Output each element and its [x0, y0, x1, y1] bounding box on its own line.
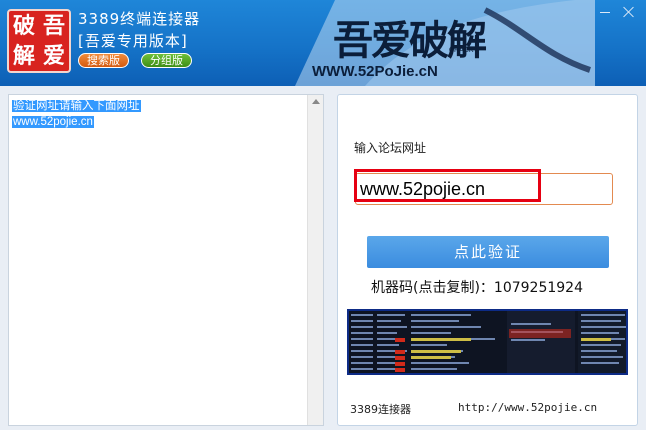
vertical-scrollbar[interactable] [307, 95, 323, 425]
verify-button[interactable]: 点此验证 [367, 236, 609, 268]
info-line: 验证网址请输入下面网址 [12, 100, 141, 112]
debugger-thumbnail [349, 311, 626, 373]
logo-char: 爱 [42, 43, 65, 69]
banner-tag: CRACK [449, 47, 474, 54]
verify-panel: 输入论坛网址 www.52pojie.cn 点此验证 机器码(点击复制)：107… [337, 94, 638, 426]
debugger-screenshot-image [347, 309, 628, 375]
info-text: 验证网址请输入下面网址 www.52pojie.cn [12, 98, 141, 130]
app-logo: 破 吾 解 爱 [7, 9, 71, 73]
app-subtitle: [吾爱专用版本] [78, 32, 188, 50]
footer-url-link[interactable]: http://www.52pojie.cn [458, 401, 597, 414]
banner-url: WWW.52PoJie.cN [312, 63, 438, 80]
info-line: www.52pojie.cn [12, 116, 94, 128]
url-field-label: 输入论坛网址 [354, 141, 427, 155]
url-input-value: www.52pojie.cn [360, 179, 486, 199]
logo-char: 解 [12, 43, 35, 69]
main-area: 验证网址请输入下面网址 www.52pojie.cn 输入论坛网址 www.52… [0, 86, 646, 430]
group-edition-button[interactable]: 分组版 [141, 53, 192, 68]
logo-char: 吾 [42, 13, 65, 39]
close-icon[interactable] [622, 6, 636, 18]
url-input[interactable]: www.52pojie.cn [354, 169, 613, 205]
footer-app-name: 3389连接器 [350, 403, 411, 416]
info-textbox[interactable]: 验证网址请输入下面网址 www.52pojie.cn [8, 94, 324, 426]
machine-code-label[interactable]: 机器码(点击复制)：1079251924 [371, 277, 583, 297]
title-bar: 破 吾 解 爱 3389终端连接器 [吾爱专用版本] 搜索版 分组版 吾爱破解 … [0, 0, 646, 86]
search-edition-button[interactable]: 搜索版 [78, 53, 129, 68]
logo-char: 破 [12, 13, 35, 39]
banner-title: 吾爱破解 [333, 17, 487, 64]
scroll-up-icon[interactable] [312, 99, 320, 104]
app-title: 3389终端连接器 [78, 10, 201, 28]
minimize-icon[interactable] [598, 6, 612, 18]
